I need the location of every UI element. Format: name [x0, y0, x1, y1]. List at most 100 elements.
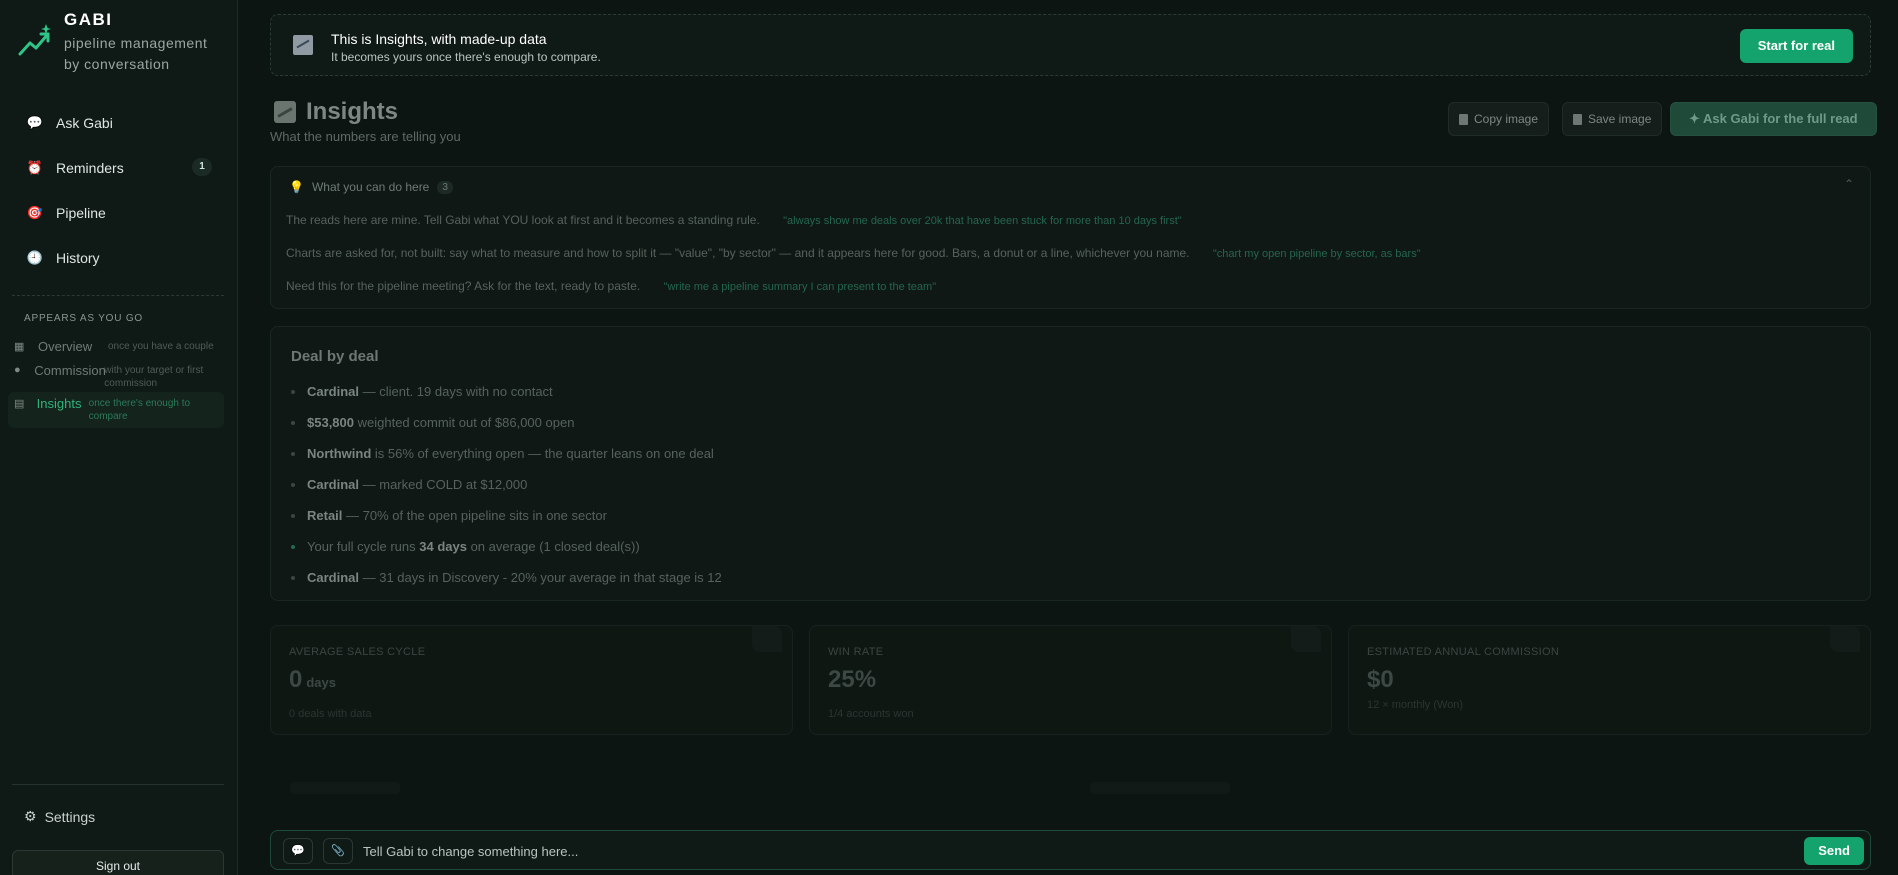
deal-card-title: Deal by deal	[291, 348, 379, 365]
nav-item-label: Pipeline	[56, 204, 106, 221]
demo-data-banner: This is Insights, with made-up data It b…	[270, 14, 1871, 76]
list-item: Cardinal — marked COLD at $12,000	[291, 477, 722, 508]
stat-card-corner	[1291, 626, 1321, 652]
stat-note: 0 deals with data	[289, 708, 372, 720]
brand-name: GABI	[64, 10, 113, 29]
list-item: Your full cycle runs 34 days on average …	[291, 539, 722, 570]
appears-item-label: Insights	[36, 396, 82, 411]
banner-subtitle: It becomes yours once there's enough to …	[331, 50, 601, 64]
list-item: Retail — 70% of the open pipeline sits i…	[291, 508, 722, 539]
copy-image-label: Copy image	[1474, 112, 1539, 126]
chat-bar: 💬 📎 Send	[270, 830, 1871, 870]
appears-item-hint: once you have a couple	[108, 341, 214, 352]
send-button[interactable]: Send	[1804, 837, 1864, 865]
trend-up-logo-icon	[18, 24, 51, 56]
sign-out-button[interactable]: Sign out	[12, 850, 224, 875]
help-row-example[interactable]: "write me a pipeline summary I can prese…	[664, 281, 937, 293]
nav-item-history[interactable]: 🕘 History	[12, 235, 224, 280]
help-row: Charts are asked for, not built: say wha…	[286, 246, 1421, 260]
collapse-chevron-icon[interactable]: ⌃	[1844, 177, 1854, 191]
help-card: 💡 What you can do here 3 ⌃ The reads her…	[270, 166, 1871, 309]
help-row-example[interactable]: "chart my open pipeline by sector, as ba…	[1213, 248, 1421, 260]
appears-list: ▦ Overview once you have a couple ● Comm…	[8, 337, 224, 428]
settings-label: Settings	[44, 808, 96, 825]
page-subtitle: What the numbers are telling you	[270, 129, 461, 144]
nav-item-label: Reminders	[56, 159, 124, 176]
gear-icon: ⚙	[24, 808, 37, 824]
chat-input[interactable]	[363, 838, 1653, 864]
ask-gabi-full-read-button[interactable]: ✦ Ask Gabi for the full read	[1670, 102, 1877, 136]
appears-item-hint: once there's enough to compare	[88, 398, 191, 422]
brand[interactable]: GABI pipeline management by conversation	[18, 10, 224, 75]
bullet-icon	[291, 514, 295, 518]
stat-label: WIN RATE	[828, 646, 884, 658]
bullet-icon	[291, 545, 295, 549]
stat-value: $0	[1367, 666, 1394, 693]
chart-up-icon	[274, 101, 296, 123]
page-title-text: Insights	[306, 98, 399, 125]
settings-link[interactable]: ⚙ Settings	[24, 808, 95, 825]
deal-by-deal-card: Deal by deal Cardinal — client. 19 days …	[270, 326, 1871, 601]
faded-placeholder	[1090, 782, 1230, 794]
nav-item-label: History	[56, 249, 100, 266]
nav-item-label: Ask Gabi	[56, 114, 113, 131]
list-item: Cardinal — client. 19 days with no conta…	[291, 384, 722, 415]
stat-value: 0 days	[289, 666, 336, 693]
floppy-disk-icon	[1573, 113, 1582, 125]
target-icon: 🎯	[26, 204, 44, 220]
appears-section-title: APPEARS AS YOU GO	[24, 313, 144, 324]
stat-card-estimated-annual-commission: ESTIMATED ANNUAL COMMISSION $0 12 × mont…	[1348, 625, 1871, 735]
bullet-icon	[291, 421, 295, 425]
help-row-example[interactable]: "always show me deals over 20k that have…	[783, 215, 1182, 227]
stat-note: 1/4 accounts won	[828, 708, 914, 720]
save-image-button[interactable]: Save image	[1562, 102, 1663, 136]
sidebar: GABI pipeline management by conversation…	[0, 0, 238, 875]
stat-card-corner	[752, 626, 782, 652]
deal-list: Cardinal — client. 19 days with no conta…	[291, 384, 722, 601]
nav-item-ask-gabi[interactable]: 💬 Ask Gabi	[12, 100, 224, 145]
stat-card-corner	[1830, 626, 1860, 652]
help-row-text: Need this for the pipeline meeting? Ask …	[286, 279, 641, 293]
help-row-text: Charts are asked for, not built: say wha…	[286, 246, 1190, 260]
bullet-icon	[291, 483, 295, 487]
list-item: Northwind is 56% of everything open — th…	[291, 446, 722, 477]
chart-up-icon: ▤	[14, 398, 25, 410]
brand-tagline: pipeline management by conversation	[64, 35, 208, 72]
help-row: The reads here are mine. Tell Gabi what …	[286, 213, 1182, 227]
stat-label: ESTIMATED ANNUAL COMMISSION	[1367, 646, 1560, 658]
start-for-real-button[interactable]: Start for real	[1739, 29, 1853, 63]
nav-item-reminders[interactable]: ⏰ Reminders 1	[12, 145, 224, 190]
chart-icon	[293, 35, 313, 55]
appears-item-overview[interactable]: ▦ Overview once you have a couple	[8, 337, 224, 361]
bullet-icon	[291, 576, 295, 580]
help-count-badge: 3	[437, 180, 453, 194]
help-card-title: What you can do here	[311, 180, 430, 194]
bullet-icon	[291, 452, 295, 456]
banner-title: This is Insights, with made-up data	[331, 31, 547, 47]
clipboard-icon	[1459, 113, 1468, 125]
page-title: Insights	[274, 98, 398, 126]
stat-label: AVERAGE SALES CYCLE	[289, 646, 426, 658]
help-row: Need this for the pipeline meeting? Ask …	[286, 279, 936, 293]
stat-card-average-sales-cycle: AVERAGE SALES CYCLE 0 days 0 deals with d…	[270, 625, 793, 735]
bar-chart-icon: ▦	[14, 341, 25, 353]
money-bag-icon: ●	[14, 364, 21, 376]
copy-image-button[interactable]: Copy image	[1448, 102, 1550, 136]
appears-item-label: Overview	[38, 339, 93, 354]
list-item: Cardinal — 31 days in Discovery - 20% yo…	[291, 570, 722, 601]
faded-content-row	[270, 770, 1871, 810]
appears-item-insights[interactable]: ▤ Insights once there's enough to compar…	[8, 392, 224, 428]
list-item: $53,800 weighted commit out of $86,000 o…	[291, 415, 722, 446]
help-card-header[interactable]: 💡 What you can do here 3	[289, 180, 453, 194]
alarm-clock-icon: ⏰	[26, 159, 44, 175]
help-row-text: The reads here are mine. Tell Gabi what …	[286, 213, 760, 227]
stat-card-win-rate: WIN RATE 25% 1/4 accounts won	[809, 625, 1332, 735]
stat-note: 12 × monthly (Won)	[1367, 699, 1464, 711]
sidebar-divider	[12, 295, 224, 296]
chat-bubble-icon[interactable]: 💬	[283, 838, 313, 864]
paperclip-icon[interactable]: 📎	[323, 838, 353, 864]
main-nav: 💬 Ask Gabi ⏰ Reminders 1 🎯 Pipeline 🕘 Hi…	[12, 100, 224, 280]
nav-item-pipeline[interactable]: 🎯 Pipeline	[12, 190, 224, 235]
appears-item-label: Commission	[34, 363, 106, 378]
appears-item-commission[interactable]: ● Commission with your target or first c…	[8, 361, 224, 392]
